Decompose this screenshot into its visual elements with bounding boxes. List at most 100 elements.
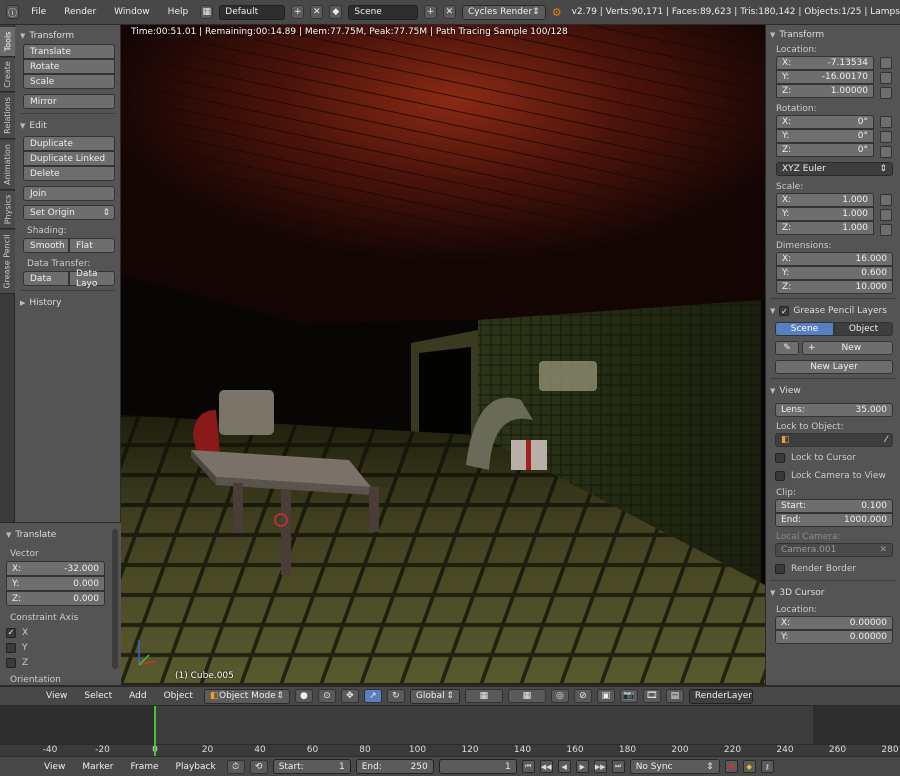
orientation-dropdown[interactable]: Global ⇕ <box>409 688 460 704</box>
menu-help[interactable]: Help <box>162 7 195 17</box>
jump-keyframe-forward-icon[interactable]: ▶▶ <box>593 760 607 773</box>
rotation-x-field[interactable]: X: 0° <box>776 115 874 129</box>
location-x-field[interactable]: X: -7.13534 <box>776 56 874 70</box>
mirror-button[interactable]: Mirror <box>23 94 115 109</box>
grease-pencil-panel-header[interactable]: ▼ ✓ Grease Pencil Layers <box>770 303 896 319</box>
tab-tools[interactable]: Tools <box>0 27 15 57</box>
lock-icon[interactable] <box>880 224 892 236</box>
duplicate-button[interactable]: Duplicate <box>23 136 115 151</box>
render-layer-icon[interactable]: ▤ <box>665 689 684 703</box>
rotation-y-field[interactable]: Y: 0° <box>776 129 874 143</box>
proportional-edit-icon[interactable]: ◎ <box>550 689 569 703</box>
opengl-render-icon[interactable]: 📷 <box>619 689 638 703</box>
gp-object-tab[interactable]: Object <box>834 322 893 336</box>
tab-physics[interactable]: Physics <box>0 191 15 229</box>
lock-to-cursor-checkbox[interactable]: Lock to Cursor <box>775 450 896 465</box>
manipulator-toggle-icon[interactable]: ✥ <box>340 689 359 703</box>
render-border-checkbox[interactable]: Render Border <box>775 561 896 576</box>
mode-dropdown[interactable]: ◧ Object Mode ⇕ <box>203 688 290 704</box>
cursor-x-field[interactable]: X: 0.00000 <box>775 616 893 630</box>
rotation-mode-dropdown[interactable]: XYZ Euler ⇕ <box>776 162 893 176</box>
layer-buttons-icon[interactable]: ▦ <box>507 689 546 703</box>
sync-dropdown[interactable]: No Sync ⇕ <box>629 759 720 774</box>
eyedropper-icon[interactable]: ⁄ <box>885 435 887 445</box>
scene-field[interactable]: Scene <box>348 4 418 20</box>
new-layer-button[interactable]: New Layer <box>775 360 893 374</box>
duplicate-linked-button[interactable]: Duplicate Linked <box>23 151 115 166</box>
operator-scrollbar[interactable] <box>112 529 118 669</box>
clip-end-field[interactable]: End: 1000.000 <box>775 513 893 527</box>
add-layout-icon[interactable]: + <box>291 5 305 19</box>
layout-field[interactable]: Default <box>219 4 286 20</box>
rotation-z-field[interactable]: Z: 0° <box>776 143 874 157</box>
gp-new-button[interactable]: + New <box>802 341 893 355</box>
lock-icon[interactable] <box>880 131 892 143</box>
gp-scene-tab[interactable]: Scene <box>775 322 834 336</box>
remove-layout-icon[interactable]: ✕ <box>310 5 324 19</box>
timeline[interactable]: -40-200204060801001201401601802002202402… <box>0 706 900 756</box>
data-button[interactable]: Data <box>23 271 69 286</box>
menu-view[interactable]: View <box>38 762 71 772</box>
lock-object-field[interactable]: ◧ ⁄ <box>775 433 893 447</box>
jump-start-icon[interactable]: ⏮ <box>521 760 535 773</box>
info-editor-icon[interactable]: ⓘ <box>6 5 20 19</box>
join-button[interactable]: Join <box>23 186 115 201</box>
play-reverse-icon[interactable]: ◀ <box>557 760 571 773</box>
scale-y-field[interactable]: Y: 1.000 <box>776 207 874 221</box>
key-icon[interactable]: ⚷ <box>760 760 774 773</box>
tab-animation[interactable]: Animation <box>0 140 15 190</box>
start-frame-field[interactable]: Start: 1 <box>272 759 351 774</box>
current-frame-indicator[interactable] <box>154 706 156 756</box>
jump-end-icon[interactable]: ⏭ <box>611 760 625 773</box>
constraint-x-checkbox[interactable]: ✓ X <box>6 625 115 640</box>
checkmark-icon[interactable]: ✓ <box>779 306 790 316</box>
location-y-field[interactable]: Y: -16.00170 <box>776 70 874 84</box>
view-panel-header[interactable]: ▼ View <box>770 383 896 399</box>
rotate-manipulator-icon[interactable]: ↻ <box>386 689 405 703</box>
translate-manipulator-icon[interactable]: ↗ <box>363 689 382 703</box>
scene-icon[interactable]: ◆ <box>329 5 343 19</box>
screen-layout-icon[interactable]: ▦ <box>200 5 214 19</box>
menu-window[interactable]: Window <box>108 7 156 17</box>
history-panel-header[interactable]: ▶ History <box>20 295 115 311</box>
current-frame-field[interactable]: 1 <box>438 759 517 774</box>
lock-camera-checkbox[interactable]: Lock Camera to View <box>775 468 896 483</box>
flat-button[interactable]: Flat <box>69 238 115 253</box>
play-icon[interactable]: ▶ <box>575 760 589 773</box>
keying-set-icon[interactable]: ◆ <box>742 760 756 773</box>
add-scene-icon[interactable]: + <box>423 5 437 19</box>
lock-icon[interactable] <box>880 87 892 99</box>
translate-button[interactable]: Translate <box>23 44 115 59</box>
jump-keyframe-back-icon[interactable]: ◀◀ <box>539 760 553 773</box>
data-layout-button[interactable]: Data Layo <box>69 269 115 289</box>
remove-scene-icon[interactable]: ✕ <box>442 5 456 19</box>
smooth-button[interactable]: Smooth <box>23 238 69 253</box>
scale-x-field[interactable]: X: 1.000 <box>776 193 874 207</box>
lock-icon[interactable] <box>880 209 892 221</box>
delete-button[interactable]: Delete <box>23 166 115 181</box>
location-z-field[interactable]: Z: 1.00000 <box>776 84 874 98</box>
3d-cursor-panel-header[interactable]: ▼ 3D Cursor <box>770 585 896 601</box>
scale-button[interactable]: Scale <box>23 74 115 89</box>
dimension-z-field[interactable]: Z: 10.000 <box>776 280 893 294</box>
tab-relations[interactable]: Relations <box>0 93 15 139</box>
menu-marker[interactable]: Marker <box>76 762 119 772</box>
preview-range-icon[interactable]: ⏱ <box>226 759 245 774</box>
menu-frame[interactable]: Frame <box>124 762 164 772</box>
vector-y-field[interactable]: Y: 0.000 <box>6 576 105 591</box>
lock-icon[interactable] <box>880 57 892 69</box>
transform-panel-header[interactable]: ▼ Transform <box>770 27 896 43</box>
lens-field[interactable]: Lens: 35.000 <box>775 403 893 417</box>
set-origin-dropdown[interactable]: Set Origin ⇕ <box>23 205 115 220</box>
lock-icon[interactable] <box>880 146 892 158</box>
menu-render[interactable]: Render <box>58 7 102 17</box>
constraint-y-checkbox[interactable]: Y <box>6 640 115 655</box>
menu-file[interactable]: File <box>25 7 52 17</box>
viewport-shading-icon[interactable]: ● <box>294 689 313 703</box>
layer-buttons-icon[interactable]: ▦ <box>464 689 503 703</box>
lock-icon[interactable] <box>880 194 892 206</box>
cursor-y-field[interactable]: Y: 0.00000 <box>775 630 893 644</box>
snap-element-icon[interactable]: ▣ <box>596 689 615 703</box>
lock-icon[interactable] <box>880 72 892 84</box>
operator-panel-header[interactable]: ▼ Translate <box>6 527 115 543</box>
